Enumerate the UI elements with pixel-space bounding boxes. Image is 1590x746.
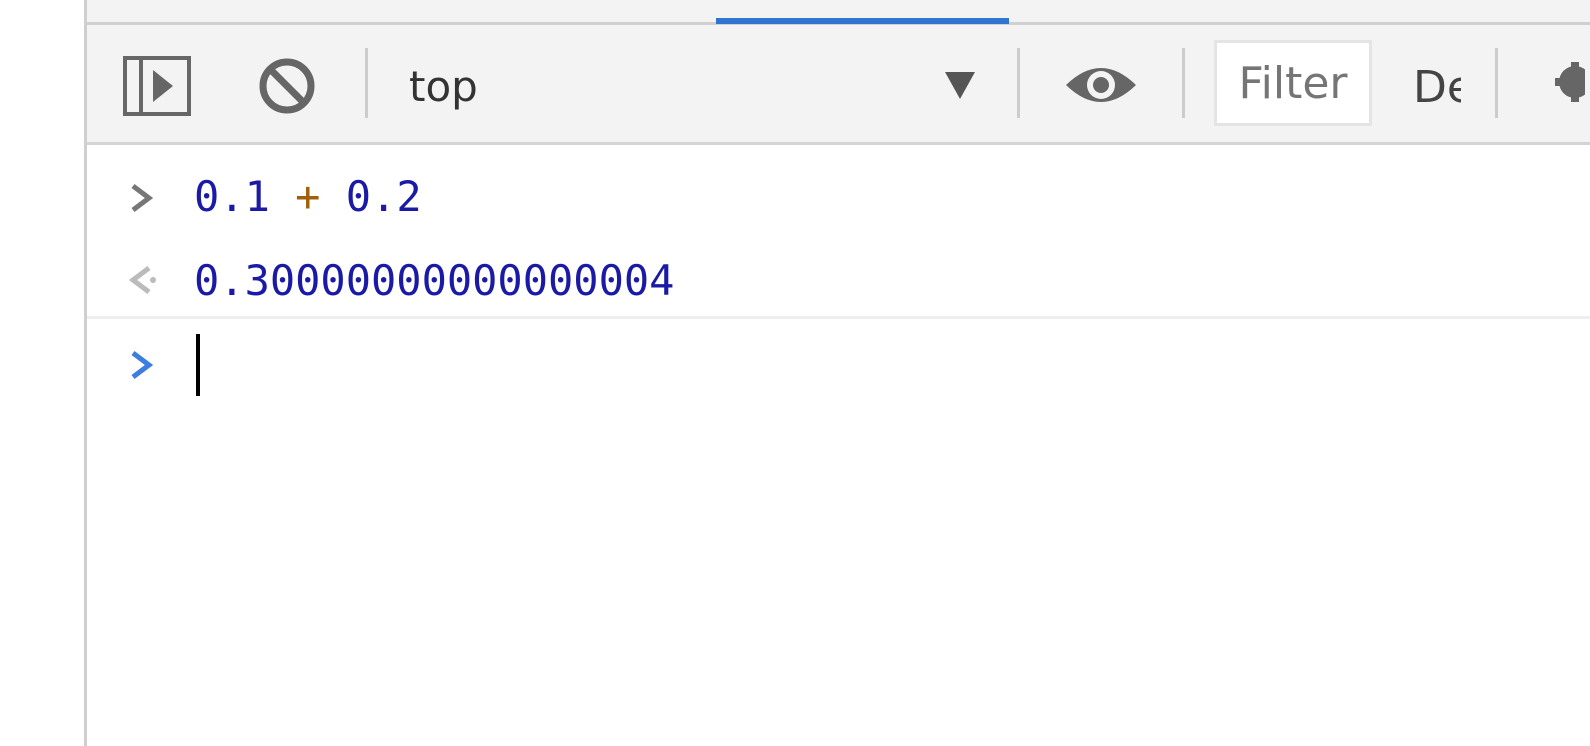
toolbar-separator [1182, 48, 1185, 118]
log-levels-dropdown[interactable]: De [1413, 62, 1461, 113]
gear-icon [1555, 62, 1585, 102]
filter-input[interactable] [1214, 40, 1372, 126]
devtools-tab-bar [87, 0, 1590, 25]
sidebar-toggle-button[interactable] [122, 55, 192, 117]
context-selector-value: top [409, 62, 478, 111]
result-value: 0.30000000000000004 [194, 256, 675, 305]
sidebar-toggle-icon [123, 56, 191, 116]
left-gutter [0, 0, 84, 746]
dropdown-arrow-icon [945, 72, 975, 99]
eye-icon [1066, 68, 1136, 102]
console-divider [87, 316, 1590, 319]
toolbar-separator [1495, 48, 1498, 118]
active-tab-indicator [716, 18, 1009, 24]
live-expression-button[interactable] [1063, 60, 1139, 110]
clear-console-icon [259, 58, 315, 114]
devtools-console-panel: top De 0.1 + 0.2 0.300000000000 [84, 0, 1590, 746]
expression-operator: + [295, 172, 321, 221]
expression-left-operand: 0.1 [194, 172, 270, 221]
text-cursor [196, 334, 200, 396]
expression-right-operand: 0.2 [345, 172, 422, 221]
chevron-right-icon [131, 184, 154, 212]
clear-console-button[interactable] [255, 54, 319, 118]
toolbar-separator [365, 48, 368, 118]
chevron-right-icon [131, 351, 154, 379]
return-arrow-icon [128, 266, 156, 294]
toolbar-separator [1017, 48, 1020, 118]
settings-button[interactable] [1545, 62, 1585, 102]
